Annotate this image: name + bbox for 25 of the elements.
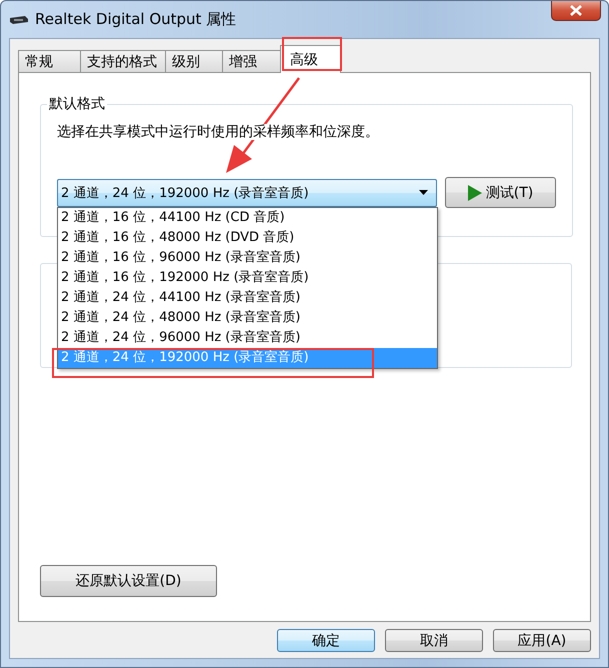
dialog-button[interactable]: 确定 (277, 629, 375, 652)
dropdown-option[interactable]: 2 通道，24 位，48000 Hz (录音室音质) (58, 308, 437, 328)
speaker-device-icon (9, 14, 29, 24)
close-button[interactable] (551, 1, 601, 21)
tab[interactable]: 常规 (18, 50, 81, 72)
group-title: 默认格式 (48, 95, 106, 113)
dropdown-option[interactable]: 2 通道，24 位，44100 Hz (录音室音质) (58, 288, 437, 308)
tab[interactable]: 级别 (165, 50, 223, 72)
dialog-button[interactable]: 应用(A) (493, 629, 591, 652)
dropdown-option[interactable]: 2 通道，16 位，48000 Hz (DVD 音质) (58, 228, 437, 248)
tab[interactable]: 支持的格式 (80, 50, 166, 72)
tab[interactable]: 增强 (222, 50, 283, 72)
dropdown-option[interactable]: 2 通道，16 位，192000 Hz (录音室音质) (58, 268, 437, 288)
window-title: Realtek Digital Output 属性 (35, 10, 236, 29)
dropdown-option[interactable]: 2 通道，24 位，96000 Hz (录音室音质) (58, 328, 437, 348)
restore-defaults-button[interactable]: 还原默认设置(D) (40, 565, 217, 597)
caret-icon (419, 190, 428, 195)
format-dropdown[interactable]: 2 通道，24 位，192000 Hz (录音室音质) (57, 178, 437, 206)
highlight-frame (282, 37, 342, 71)
play-icon (468, 184, 482, 200)
test-button[interactable]: 测试(T) (445, 177, 556, 208)
close-icon (569, 5, 583, 16)
dropdown-option[interactable]: 2 通道，16 位，96000 Hz (录音室音质) (58, 248, 437, 268)
dropdown-option[interactable]: 2 通道，16 位，44100 Hz (CD 音质) (58, 208, 437, 228)
dialog-button[interactable]: 取消 (385, 629, 483, 652)
